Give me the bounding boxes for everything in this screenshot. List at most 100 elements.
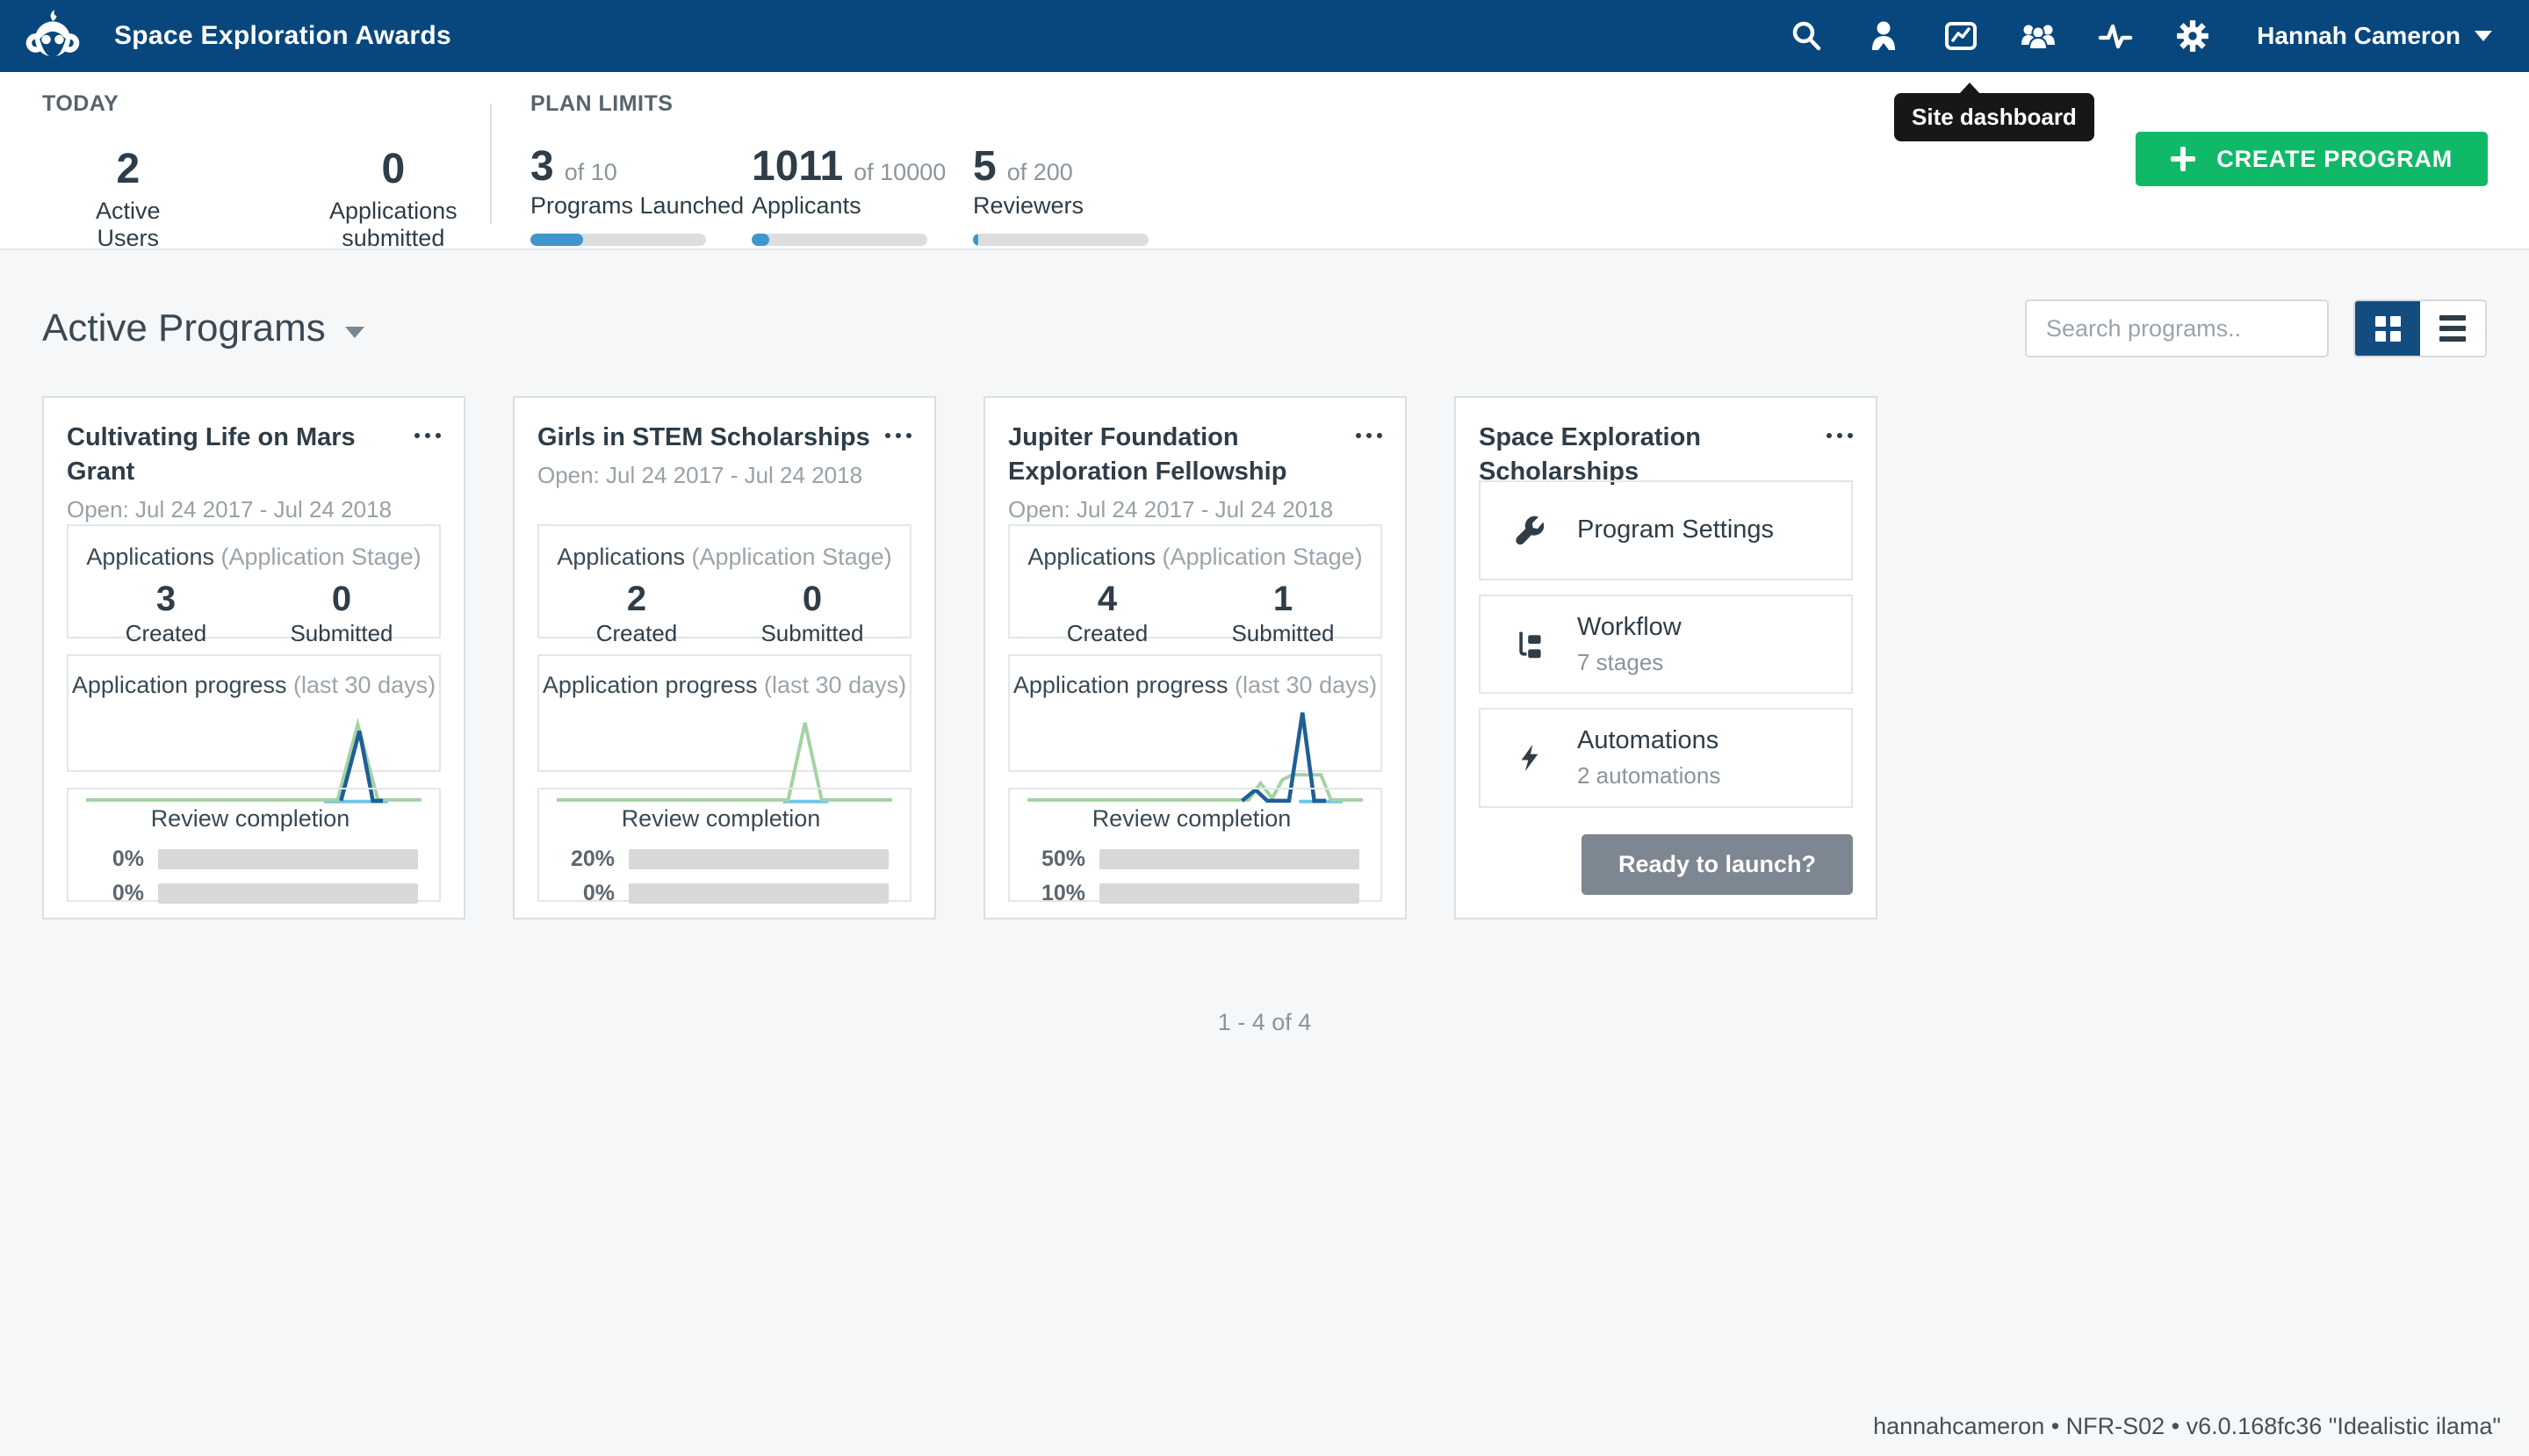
review-title: Review completion [1024,805,1359,833]
top-navbar: Space Exploration Awards [0,0,2529,72]
submitted-value: 1 [1221,580,1344,618]
programs-launched-value: 3 [530,145,554,189]
review-row: 20% [553,847,889,872]
review-row: 50% [1024,847,1359,872]
programs-launched-bar-fill [530,234,583,246]
create-program-label: CREATE PROGRAM [2216,146,2453,173]
program-search [2025,299,2329,357]
reviewers-of: of 200 [1007,159,1073,186]
automations-sublabel: 2 automations [1577,762,1720,789]
applications-box: Applications (Application Stage) 2Create… [537,524,911,638]
progress-title: Application progress [1013,672,1228,698]
submitted-value: 0 [751,580,874,618]
card-menu-icon[interactable] [1356,433,1382,438]
today-section: TODAY 2 Active Users 0 Applications subm… [42,91,490,249]
plan-limits-label: PLAN LIMITS [530,91,2487,117]
submitted-value: 0 [280,580,403,618]
review-bar [158,849,418,869]
program-title[interactable]: Jupiter Foundation Exploration Fellowshi… [1008,421,1356,489]
applications-subtitle: (Application Stage) [691,544,891,570]
review-row: 0% [83,881,418,906]
automations-item[interactable]: Automations 2 automations [1479,708,1853,808]
pagination-text: 1 - 4 of 4 [42,1009,2487,1036]
surveymonkey-logo-icon[interactable] [25,8,81,64]
program-card[interactable]: Cultivating Life on Mars Grant Open: Jul… [42,396,465,919]
program-settings-item[interactable]: Program Settings [1479,480,1853,580]
workflow-item[interactable]: Workflow 7 stages [1479,595,1853,695]
program-card[interactable]: Girls in STEM Scholarships Open: Jul 24 … [513,396,936,919]
program-open-dates: Open: Jul 24 2017 - Jul 24 2018 [537,462,911,489]
plus-icon [2171,147,2195,171]
created-value: 3 [104,580,227,618]
applications-subtitle: (Application Stage) [1162,544,1362,570]
progress-subtitle: (last 30 days) [1235,672,1377,698]
workflow-icon [1510,625,1549,664]
program-card-draft[interactable]: Space Exploration Scholarships Program S… [1454,396,1877,919]
site-dashboard-icon[interactable] [1865,18,1902,54]
active-users-label: Active Users [74,198,183,252]
programs-launched-label: Programs Launched [530,192,706,220]
review-percent-label: 0% [83,881,144,906]
users-icon[interactable] [2020,18,2057,54]
applications-submitted-stat: 0 Applications submitted [297,147,490,252]
application-progress-box: Application progress (last 30 days) [67,654,441,772]
plan-limit-programs: 3 of 10 Programs Launched [530,145,706,246]
review-completion-box: Review completion 20% 0% [537,788,911,902]
search-input[interactable] [2046,315,2357,342]
workflow-label: Workflow [1577,613,1682,642]
review-row: 0% [553,881,889,906]
reports-icon[interactable] [1942,18,1979,54]
reviewers-bar-fill [973,234,978,246]
applications-submitted-label: Applications submitted [297,198,490,252]
review-completion-box: Review completion 0% 0% [67,788,441,902]
applications-subtitle: (Application Stage) [220,544,421,570]
applications-box: Applications (Application Stage) 3Create… [67,524,441,638]
ready-to-launch-button[interactable]: Ready to launch? [1582,834,1853,895]
program-open-dates: Open: Jul 24 2017 - Jul 24 2018 [67,496,441,523]
today-label: TODAY [42,91,490,117]
settings-icon[interactable] [2174,18,2211,54]
applicants-value: 1011 [752,145,843,189]
applicants-bar [752,234,927,246]
active-users-value: 2 [74,147,183,192]
program-card[interactable]: Jupiter Foundation Exploration Fellowshi… [984,396,1407,919]
review-percent-label: 50% [1024,847,1085,872]
list-view-button[interactable] [2420,301,2485,356]
user-menu[interactable]: Hannah Cameron [2257,22,2492,50]
active-programs-dropdown[interactable]: Active Programs [42,306,364,350]
applications-title: Applications [1027,544,1156,570]
create-program-button[interactable]: CREATE PROGRAM [2136,132,2488,186]
progress-title: Application progress [543,672,758,698]
user-name: Hannah Cameron [2257,22,2461,50]
stats-band: TODAY 2 Active Users 0 Applications subm… [0,72,2529,250]
program-title[interactable]: Girls in STEM Scholarships [537,421,884,455]
workflow-sublabel: 7 stages [1577,649,1682,676]
review-title: Review completion [83,805,418,833]
program-title[interactable]: Cultivating Life on Mars Grant [67,421,414,489]
card-menu-icon[interactable] [1826,433,1853,438]
grid-view-button[interactable] [2355,301,2420,356]
review-percent-label: 10% [1024,881,1085,906]
application-progress-box: Application progress (last 30 days) [1008,654,1382,772]
application-progress-box: Application progress (last 30 days) [537,654,911,772]
applicants-label: Applicants [752,192,927,220]
search-icon[interactable] [1788,18,1825,54]
chevron-down-icon [2475,31,2492,41]
vertical-divider [490,104,492,224]
submitted-label: Submitted [280,620,403,647]
chevron-down-icon [345,327,364,338]
activity-icon[interactable] [2097,18,2134,54]
view-toggle [2353,299,2487,357]
page-title: Active Programs [42,306,326,350]
review-bar [158,883,418,904]
card-menu-icon[interactable] [885,433,911,438]
programs-launched-of: of 10 [565,159,617,186]
created-label: Created [1046,620,1169,647]
reviewers-bar [973,234,1149,246]
progress-subtitle: (last 30 days) [293,672,436,698]
created-value: 2 [575,580,698,618]
program-title[interactable]: Space Exploration Scholarships [1479,421,1826,489]
review-percent-label: 0% [83,847,144,872]
card-menu-icon[interactable] [414,433,441,438]
grid-icon [2375,316,2401,342]
